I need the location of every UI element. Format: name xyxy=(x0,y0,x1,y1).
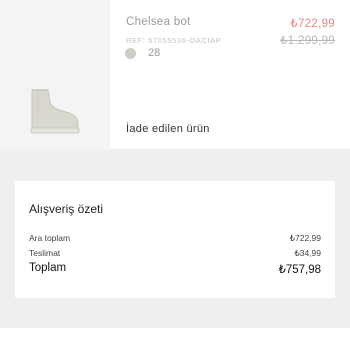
order-summary: Alışveriş özeti Ara toplam ₺722,99 Tesli… xyxy=(15,181,335,298)
shipping-label: Teslimat xyxy=(29,248,61,258)
product-image xyxy=(0,0,110,149)
returned-product-card[interactable]: Chelsea bot ₺722,99 REF: 57055536-OACIAP… xyxy=(0,0,350,149)
next-section-card xyxy=(0,328,350,350)
summary-title: Alışveriş özeti xyxy=(29,202,104,216)
product-reference: REF: 57055536-OACIAP xyxy=(126,36,222,45)
product-price: ₺722,99 xyxy=(290,18,335,30)
product-size: 28 xyxy=(148,47,161,59)
subtotal-value: ₺722,99 xyxy=(289,233,321,243)
product-old-price: ₺1.299,99 xyxy=(280,35,335,47)
color-swatch xyxy=(125,48,136,59)
subtotal-label: Ara toplam xyxy=(29,233,71,243)
return-status-label: İade edilen ürün xyxy=(126,123,210,135)
product-name: Chelsea bot xyxy=(126,16,191,28)
order-return-page: Chelsea bot ₺722,99 REF: 57055536-OACIAP… xyxy=(0,0,350,350)
total-value: ₺757,98 xyxy=(278,264,322,276)
chelsea-boot-icon xyxy=(30,89,80,134)
total-label: Toplam xyxy=(29,262,67,274)
shipping-value: ₺34,99 xyxy=(294,248,321,258)
